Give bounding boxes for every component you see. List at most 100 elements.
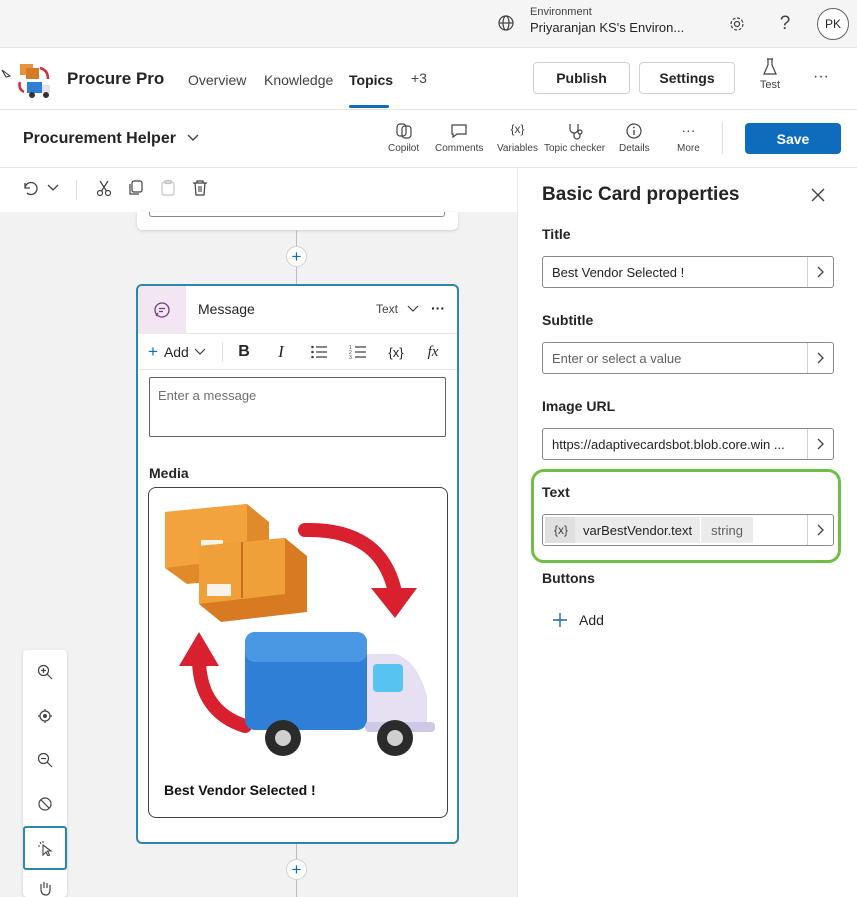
test-button[interactable]: Test <box>755 58 785 91</box>
ellipsis-icon: ··· <box>681 122 696 138</box>
close-icon[interactable] <box>808 185 828 205</box>
recenter-icon[interactable] <box>35 706 55 726</box>
authoring-canvas[interactable]: + Message Text ··· + Add B I 1 2 3 {x} f… <box>0 168 517 897</box>
message-node[interactable]: Message Text ··· + Add B I 123 {x} fx En… <box>136 284 459 844</box>
title-label: Title <box>542 226 571 242</box>
zoom-out-icon[interactable] <box>35 750 55 770</box>
message-type-dropdown[interactable]: Text <box>376 302 419 316</box>
subtitle-field[interactable]: Enter or select a value <box>542 342 834 374</box>
active-tab-indicator <box>349 105 389 108</box>
edit-toolbar <box>0 168 517 212</box>
copilot-icon <box>395 123 412 139</box>
undo-dropdown-chevron-icon[interactable] <box>43 178 63 198</box>
previous-node[interactable] <box>137 212 458 230</box>
add-node-button[interactable]: + <box>286 246 307 267</box>
more-tool[interactable]: ··· More <box>677 122 700 154</box>
subtitle-placeholder: Enter or select a value <box>552 351 682 366</box>
variable-tag[interactable]: {x} varBestVendor.text string <box>545 517 753 543</box>
comments-tool[interactable]: Comments <box>435 122 483 154</box>
image-url-field[interactable]: https://adaptivecardsbot.blob.core.win .… <box>542 428 834 460</box>
topic-name[interactable]: Procurement Helper <box>23 130 176 148</box>
minimap-off-icon[interactable] <box>35 794 55 814</box>
topic-toolbar: Procurement Helper Copilot Comments {x} … <box>0 110 857 168</box>
comment-icon <box>451 124 467 139</box>
variable-icon: {x} <box>510 122 525 136</box>
publish-button[interactable]: Publish <box>533 62 630 94</box>
bullet-list-icon[interactable] <box>309 342 329 362</box>
title-field[interactable]: Best Vendor Selected ! <box>542 256 834 288</box>
chevron-right-icon[interactable] <box>807 515 833 545</box>
rich-text-toolbar: + Add B I 123 {x} fx <box>138 334 457 370</box>
zoom-toolbar <box>23 650 67 897</box>
chevron-right-icon[interactable] <box>807 429 833 459</box>
chevron-down-icon <box>407 305 419 312</box>
image-url-value: https://adaptivecardsbot.blob.core.win .… <box>552 437 785 452</box>
message-icon <box>138 286 186 334</box>
topic-checker-tool[interactable]: Topic checker <box>544 122 605 154</box>
chevron-down-icon[interactable] <box>187 134 199 142</box>
variables-tool[interactable]: {x} Variables <box>497 122 538 154</box>
more-options-icon[interactable]: ··· <box>809 65 833 89</box>
variable-icon: {x} <box>545 517 576 543</box>
plus-icon <box>553 613 567 627</box>
more-label: More <box>677 143 700 154</box>
basic-card-preview[interactable]: Best Vendor Selected ! <box>148 487 448 818</box>
details-tool[interactable]: Details <box>619 122 650 154</box>
app-name: Procure Pro <box>67 69 165 88</box>
test-label: Test <box>759 79 781 91</box>
tab-knowledge[interactable]: Knowledge <box>264 72 333 88</box>
chevron-right-icon[interactable] <box>807 343 833 373</box>
undo-icon[interactable] <box>20 178 40 198</box>
topic-checker-label: Topic checker <box>544 143 606 154</box>
environment-label: Environment <box>530 6 592 18</box>
app-logo-icon <box>1 64 50 98</box>
variable-type: string <box>700 517 753 543</box>
previous-node-field <box>149 212 445 217</box>
formula-fx-icon[interactable]: fx <box>423 342 443 362</box>
cut-icon[interactable] <box>94 178 114 198</box>
save-button[interactable]: Save <box>745 123 841 154</box>
toolbar-divider <box>722 122 723 154</box>
add-node-button[interactable]: + <box>286 859 307 880</box>
settings-gear-icon[interactable] <box>725 12 749 36</box>
pan-hand-icon[interactable] <box>35 878 55 897</box>
avatar[interactable]: PK <box>817 8 849 40</box>
select-pointer-icon[interactable] <box>35 838 55 858</box>
tab-overview[interactable]: Overview <box>188 72 246 88</box>
stethoscope-icon <box>568 124 583 140</box>
add-button-label: Add <box>579 612 604 628</box>
tab-topics[interactable]: Topics <box>349 72 393 88</box>
info-icon <box>626 123 642 139</box>
text-label: Text <box>542 484 570 500</box>
insert-variable-icon[interactable]: {x} <box>384 342 408 362</box>
text-field[interactable]: {x} varBestVendor.text string <box>542 514 834 546</box>
copilot-label: Copilot <box>388 143 420 154</box>
variables-label: Variables <box>497 143 538 154</box>
zoom-in-icon[interactable] <box>35 662 55 682</box>
copilot-tool[interactable]: Copilot <box>388 122 419 154</box>
delete-icon[interactable] <box>190 178 210 198</box>
environment-value: Priyaranjan KS's Environ... <box>530 20 685 35</box>
node-more-options-icon[interactable]: ··· <box>431 300 445 316</box>
environment-picker[interactable]: Environment Priyaranjan KS's Environ... <box>497 5 684 37</box>
bold-icon[interactable]: B <box>234 342 254 362</box>
card-title-text: Best Vendor Selected ! <box>164 782 316 798</box>
numbered-list-icon[interactable]: 123 <box>348 342 368 362</box>
tab-more-count[interactable]: +3 <box>411 70 427 86</box>
variable-name: varBestVendor.text <box>583 522 693 538</box>
message-input[interactable]: Enter a message <box>149 377 446 437</box>
message-type-label: Text <box>376 302 399 316</box>
media-label: Media <box>149 465 189 481</box>
add-content-button[interactable]: + Add <box>148 342 208 362</box>
properties-title: Basic Card properties <box>542 184 740 205</box>
comments-label: Comments <box>435 143 484 154</box>
italic-icon[interactable]: I <box>271 342 291 362</box>
edit-divider <box>76 180 77 200</box>
help-icon[interactable]: ? <box>773 12 797 36</box>
properties-panel: Basic Card properties Title Best Vendor … <box>517 168 857 897</box>
chevron-right-icon[interactable] <box>807 257 833 287</box>
add-button[interactable]: Add <box>553 612 604 628</box>
copy-icon[interactable] <box>126 178 146 198</box>
vendor-delivery-image <box>165 504 435 756</box>
settings-button[interactable]: Settings <box>639 62 735 94</box>
